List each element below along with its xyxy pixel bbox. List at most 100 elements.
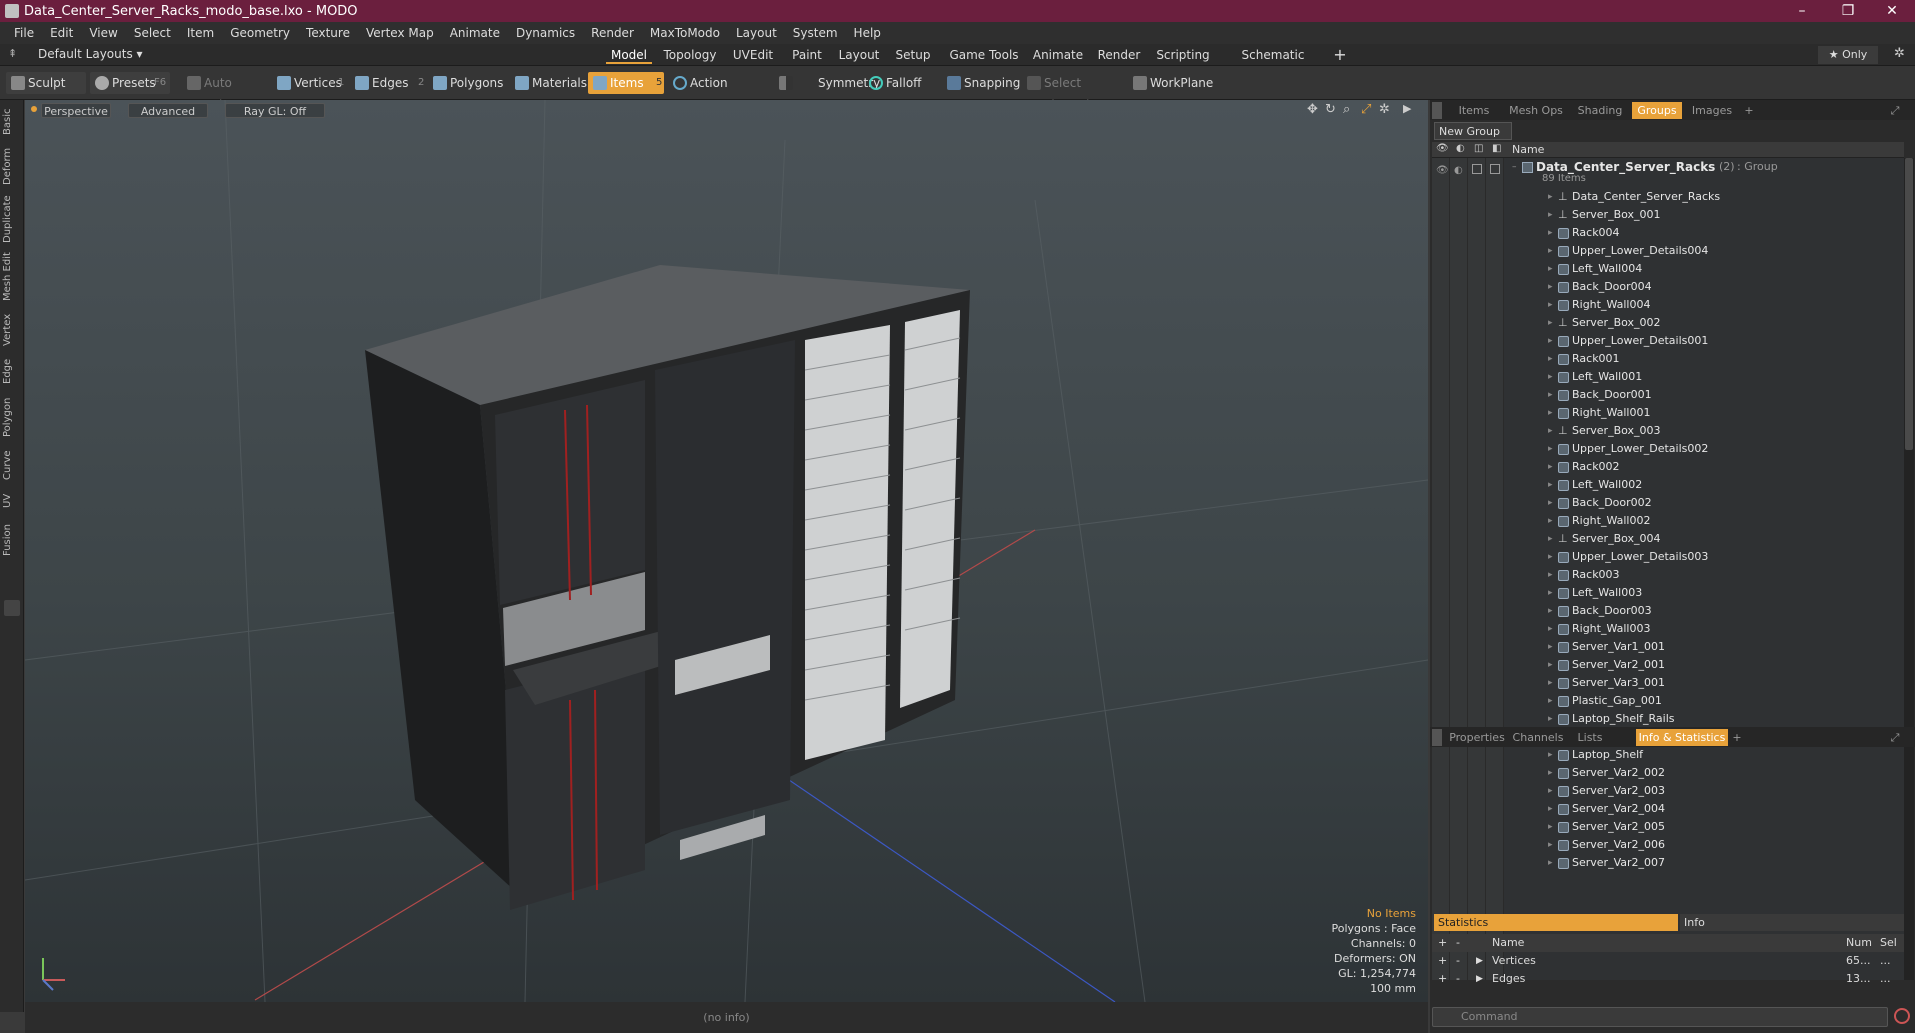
sculpt-button[interactable]: Sculpt — [6, 72, 86, 94]
tab-animate[interactable]: Animate — [1030, 46, 1086, 64]
tab-uvedit[interactable]: UVEdit — [728, 46, 778, 64]
group-item-row[interactable]: ▸ Laptop_Shelf — [1432, 746, 1904, 764]
select-through-button[interactable]: Select Through — [1022, 72, 1128, 112]
select-column-icon[interactable]: ◧ — [1492, 143, 1501, 154]
group-expand-icon[interactable]: – — [1512, 158, 1517, 176]
group-item-row[interactable]: ▸ Server_Var1_001 — [1432, 638, 1904, 656]
group-item-row[interactable]: ▸ Plastic_Gap_001 — [1432, 692, 1904, 710]
statistics-tab[interactable]: Statistics — [1434, 914, 1678, 931]
tree-scrollbar-thumb[interactable] — [1905, 158, 1913, 450]
tab-images[interactable]: Images — [1686, 102, 1738, 119]
falloff-button[interactable]: Falloff — [864, 72, 936, 94]
group-item-row[interactable]: ▸ Server_Var2_004 — [1432, 800, 1904, 818]
vertices-button[interactable]: Vertices — [272, 72, 346, 94]
tab-uv[interactable]: UV — [2, 490, 22, 512]
layout-pin-icon[interactable]: ⇞ — [8, 47, 17, 60]
stats-remove-icon[interactable]: - — [1456, 970, 1460, 988]
expand-arrow-icon[interactable]: ▸ — [1548, 548, 1553, 566]
expand-arrow-icon[interactable]: ▸ — [1548, 800, 1553, 818]
expand-arrow-icon[interactable]: ▸ — [1548, 746, 1553, 764]
group-item-row[interactable]: ▸ Right_Wall004 — [1432, 296, 1904, 314]
tab-channels[interactable]: Channels — [1510, 729, 1566, 746]
tab-properties[interactable]: Properties — [1448, 729, 1506, 746]
tab-lists[interactable]: Lists — [1570, 729, 1610, 746]
symmetry-button[interactable]: Symmetry — [774, 72, 880, 94]
group-row[interactable]: 👁 ◐ – Data_Center_Server_Racks (2) : Gro… — [1432, 158, 1904, 186]
tab-edge[interactable]: Edge — [2, 356, 22, 386]
tab-mesh-ops[interactable]: Mesh Ops — [1504, 102, 1568, 119]
group-item-row[interactable]: ▸ Back_Door002 — [1432, 494, 1904, 512]
raygl-dropdown[interactable]: Ray GL: Off — [225, 103, 325, 118]
tab-items[interactable]: Items — [1448, 102, 1500, 119]
info-tab[interactable]: Info — [1680, 914, 1904, 931]
menu-animate[interactable]: Animate — [442, 26, 508, 40]
tab-scripting[interactable]: Scripting — [1152, 46, 1214, 64]
group-item-row[interactable]: ▸ Upper_Lower_Details004 — [1432, 242, 1904, 260]
tree-scrollbar[interactable] — [1904, 158, 1914, 980]
expand-arrow-icon[interactable]: ▸ — [1548, 422, 1553, 440]
tab-layout[interactable]: Layout — [836, 46, 882, 64]
command-input[interactable]: Command — [1432, 1007, 1888, 1027]
group-item-row[interactable]: ▸ Back_Door003 — [1432, 602, 1904, 620]
tab-groups[interactable]: Groups — [1632, 102, 1682, 119]
group-item-row[interactable]: ▸ Server_Var2_006 — [1432, 836, 1904, 854]
3d-viewport[interactable]: Perspective Advanced Ray GL: Off ✥ ↻ ⌕ ⤢… — [25, 100, 1428, 1002]
tab-fusion[interactable]: Fusion — [2, 520, 22, 560]
group-item-row[interactable]: ▸ Rack002 — [1432, 458, 1904, 476]
bottom-panel-expand-icon[interactable]: ⤢ — [1888, 729, 1902, 746]
group-item-row[interactable]: ▸ Rack003 — [1432, 566, 1904, 584]
expand-arrow-icon[interactable]: ▸ — [1548, 188, 1553, 206]
stats-add-icon[interactable]: + — [1438, 970, 1447, 988]
expand-arrow-icon[interactable]: ▸ — [1548, 602, 1553, 620]
group-item-row[interactable]: ▸ Server_Box_001 — [1432, 206, 1904, 224]
viewport-fit-icon[interactable]: ⤢ — [1361, 102, 1371, 117]
expand-arrow-icon[interactable]: ▸ — [1548, 350, 1553, 368]
layouts-dropdown[interactable]: Default Layouts ▾ — [38, 47, 143, 61]
viewport-rotate-icon[interactable]: ↻ — [1325, 102, 1336, 117]
menu-texture[interactable]: Texture — [298, 26, 358, 40]
expand-arrow-icon[interactable]: ▸ — [1548, 440, 1553, 458]
expand-arrow-icon[interactable]: ▸ — [1548, 314, 1553, 332]
menu-maxtomodo[interactable]: MaxToModo — [642, 26, 728, 40]
stats-remove-icon[interactable]: - — [1456, 934, 1460, 952]
menu-view[interactable]: View — [81, 26, 125, 40]
lock-column-icon[interactable]: ◫ — [1474, 143, 1483, 154]
panel-expand-icon[interactable]: ⤢ — [1888, 102, 1902, 119]
group-item-row[interactable]: ▸ Rack001 — [1432, 350, 1904, 368]
expand-arrow-icon[interactable]: ▸ — [1548, 854, 1553, 872]
group-select-checkbox[interactable] — [1490, 164, 1500, 174]
tab-shading[interactable]: Shading — [1572, 102, 1628, 119]
expand-arrow-icon[interactable]: ▸ — [1548, 368, 1553, 386]
menu-help[interactable]: Help — [846, 26, 889, 40]
tab-game-tools[interactable]: Game Tools — [944, 46, 1024, 64]
group-item-row[interactable]: ▸ Left_Wall001 — [1432, 368, 1904, 386]
close-button[interactable]: ✕ — [1869, 0, 1915, 22]
layout-settings-icon[interactable]: ✲ — [1894, 46, 1905, 61]
group-item-row[interactable]: ▸ Server_Var2_007 — [1432, 854, 1904, 872]
menu-geometry[interactable]: Geometry — [222, 26, 298, 40]
menu-dynamics[interactable]: Dynamics — [508, 26, 583, 40]
menu-file[interactable]: File — [6, 26, 42, 40]
group-item-row[interactable]: ▸ Right_Wall001 — [1432, 404, 1904, 422]
expand-arrow-icon[interactable]: ▸ — [1548, 206, 1553, 224]
expand-arrow-icon[interactable]: ▸ — [1548, 260, 1553, 278]
materials-button[interactable]: Materials — [510, 72, 590, 94]
group-item-row[interactable]: ▸ Server_Var2_002 — [1432, 764, 1904, 782]
viewport-menu-icon[interactable]: ▶ — [1403, 102, 1411, 115]
record-icon[interactable] — [1894, 1008, 1910, 1024]
menu-edit[interactable]: Edit — [42, 26, 81, 40]
expand-arrow-icon[interactable]: ▸ — [1548, 620, 1553, 638]
group-item-row[interactable]: ▸ Server_Var3_001 — [1432, 674, 1904, 692]
menu-render[interactable]: Render — [583, 26, 642, 40]
polygons-button[interactable]: Polygons — [428, 72, 510, 94]
menu-layout[interactable]: Layout — [728, 26, 785, 40]
expand-arrow-icon[interactable]: ▸ — [1548, 296, 1553, 314]
action-center-button[interactable]: Action Center — [668, 72, 768, 112]
only-button[interactable]: ★ Only — [1818, 46, 1878, 64]
expand-arrow-icon[interactable]: ▶ — [1476, 952, 1483, 970]
advanced-dropdown[interactable]: Advanced — [128, 103, 208, 118]
expand-arrow-icon[interactable]: ▸ — [1548, 710, 1553, 728]
expand-arrow-icon[interactable]: ▸ — [1548, 638, 1553, 656]
minimize-button[interactable]: – — [1779, 0, 1825, 22]
visibility-column-icon[interactable]: 👁 — [1436, 143, 1449, 154]
